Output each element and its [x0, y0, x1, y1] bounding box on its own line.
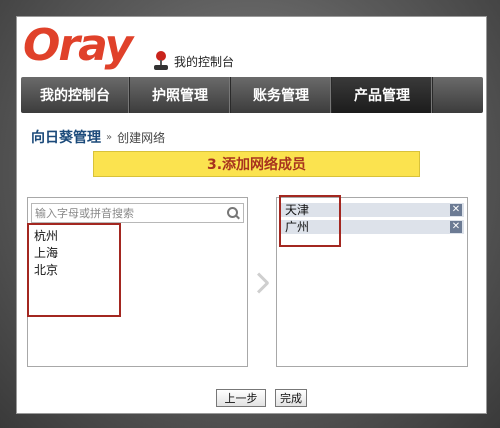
- joystick-icon: [152, 51, 170, 71]
- console-link-label: 我的控制台: [174, 54, 235, 69]
- search-icon[interactable]: [226, 206, 240, 220]
- nav-item-passport[interactable]: 护照管理: [130, 77, 231, 113]
- breadcrumb-sunflower-link[interactable]: 向日葵管理: [31, 127, 101, 147]
- done-button[interactable]: 完成: [275, 389, 307, 407]
- prev-step-button[interactable]: 上一步: [216, 389, 266, 407]
- nav-filler: [433, 77, 483, 113]
- nav-item-my-console[interactable]: 我的控制台: [21, 77, 130, 113]
- chevron-right-icon: [255, 272, 267, 294]
- highlight-frame-available: [27, 223, 121, 317]
- search-field: [31, 203, 244, 223]
- close-icon[interactable]: ✕: [450, 204, 462, 216]
- breadcrumb: 向日葵管理 » 创建网络: [31, 127, 165, 147]
- main-nav: 我的控制台 护照管理 账务管理 产品管理: [21, 77, 483, 113]
- nav-item-products[interactable]: 产品管理: [332, 77, 433, 113]
- search-input[interactable]: [32, 204, 228, 222]
- close-icon[interactable]: ✕: [450, 221, 462, 233]
- highlight-frame-selected: [279, 195, 341, 247]
- console-link[interactable]: 我的控制台: [152, 51, 234, 71]
- breadcrumb-separator: »: [106, 131, 113, 143]
- step-banner: 3.添加网络成员: [93, 151, 420, 177]
- main-panel: Oray 我的控制台 我的控制台 护照管理 账务管理 产品管理 向日葵管理 » …: [16, 16, 487, 414]
- nav-item-billing[interactable]: 账务管理: [231, 77, 332, 113]
- oray-logo: Oray: [23, 20, 133, 71]
- breadcrumb-current: 创建网络: [117, 130, 166, 145]
